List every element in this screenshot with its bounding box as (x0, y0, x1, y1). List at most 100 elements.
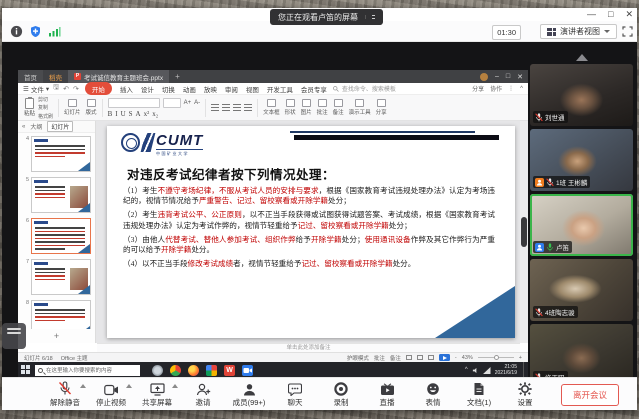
file-menu[interactable]: ☰ 文件 ▾ (23, 84, 49, 94)
paragraph-align-group[interactable] (211, 104, 252, 111)
ribbon-tab-放映[interactable]: 放映 (204, 84, 217, 94)
toolbar-停止视频[interactable]: 停止视频 (88, 381, 134, 408)
video-tile-卢笛[interactable]: 卢笛 (530, 194, 633, 256)
ribbon-剪切[interactable]: 剪切 (38, 96, 53, 103)
video-tile-刘世通[interactable]: 刘世通 (530, 64, 633, 126)
toolbar-解除静音[interactable]: 解除静音 (42, 381, 88, 408)
ribbon-tab-设计[interactable]: 设计 (141, 84, 154, 94)
toolbar-表情[interactable]: 表情 (410, 381, 456, 408)
format-I-button[interactable]: I (115, 110, 117, 118)
tray-caret-icon[interactable]: ^ (465, 367, 468, 373)
zoom-in-button[interactable]: + (519, 355, 522, 361)
start-button[interactable] (21, 365, 31, 375)
ribbon-tab-审阅[interactable]: 审阅 (225, 84, 238, 94)
annotation-float-widget[interactable] (2, 323, 26, 349)
ribbon-复制[interactable]: 复制 (38, 104, 53, 111)
wps-minimize-button[interactable]: – (495, 73, 499, 80)
wps-close-button[interactable]: ✕ (517, 73, 523, 81)
speaker-view-button[interactable]: 演讲者视图 (540, 24, 617, 39)
collapse-panel-button[interactable]: « (22, 124, 25, 130)
slideshow-play-button[interactable] (439, 354, 450, 361)
toolbar-共享屏幕[interactable]: 共享屏幕 (134, 381, 180, 408)
zoom-out-button[interactable]: - (455, 355, 457, 361)
tab-outline[interactable]: 大纲 (30, 122, 42, 131)
video-tile-1班 王彬麟[interactable]: 1班 王彬麟 (530, 129, 633, 191)
ribbon-tab-开始[interactable]: 开始 (85, 82, 112, 95)
comments-toggle[interactable]: 批注 (374, 354, 385, 362)
show-desktop-button[interactable] (523, 362, 525, 378)
fullscreen-icon[interactable] (622, 26, 633, 37)
undo-icon[interactable]: ↶ (63, 85, 69, 93)
chevron-up-icon[interactable] (126, 384, 132, 388)
firefox-icon[interactable] (188, 365, 199, 376)
format-A-button[interactable]: A (136, 110, 141, 118)
meeting-icon[interactable] (242, 365, 253, 376)
font-size-select[interactable] (163, 98, 181, 108)
taskbar-clock[interactable]: 21:05 2021/6/19 (495, 364, 517, 376)
toolbar-直播[interactable]: 直播 (364, 381, 410, 408)
font-increase-button[interactable]: A+ (184, 100, 192, 106)
sorter-view-icon[interactable] (417, 355, 423, 360)
cortana-icon[interactable] (152, 365, 163, 376)
toolbar-聊天[interactable]: 聊天 (272, 381, 318, 408)
ribbon-演示工具[interactable]: 演示工具 (349, 99, 371, 116)
share-menu[interactable]: 分享 (472, 84, 484, 93)
signal-icon[interactable] (48, 25, 61, 38)
ribbon-备注[interactable]: 备注 (333, 99, 344, 116)
format-x²-button[interactable]: x² (144, 110, 150, 118)
ribbon-tab-视图[interactable]: 视图 (246, 84, 259, 94)
toolbar-文档(1)[interactable]: 文档(1) (456, 381, 502, 408)
ribbon-tab-会员专享[interactable]: 会员专享 (301, 84, 327, 94)
ribbon-tab-动画[interactable]: 动画 (183, 84, 196, 94)
format-U-button[interactable]: U (121, 110, 126, 118)
info-icon[interactable] (10, 25, 23, 38)
normal-view-icon[interactable] (406, 355, 412, 360)
photos-icon[interactable] (206, 365, 217, 376)
shield-icon[interactable] (29, 25, 42, 38)
ribbon-tab-切换[interactable]: 切换 (162, 84, 175, 94)
slide-thumbnail-8[interactable]: 8 (22, 300, 91, 329)
paste-button[interactable]: 粘贴 (24, 98, 35, 117)
format-B-button[interactable]: B (108, 110, 113, 118)
font-name-select[interactable] (108, 98, 160, 108)
video-tile-4班陶志骏[interactable]: 4班陶志骏 (530, 259, 633, 321)
notes-toggle[interactable]: 备注 (390, 354, 401, 362)
taskbar-search[interactable]: 在这里输入你要搜索的内容 (35, 365, 140, 376)
format-S-button[interactable]: S (129, 110, 133, 118)
add-slide-button[interactable]: + (18, 331, 95, 341)
read-view-icon[interactable] (428, 355, 434, 360)
save-icon[interactable]: 🖫 (53, 83, 59, 94)
minimize-button[interactable]: — (587, 10, 596, 19)
collab-menu[interactable]: 协作 (490, 84, 502, 93)
more-icon[interactable]: ⋮ (508, 85, 514, 92)
chrome-icon[interactable] (170, 365, 181, 376)
toolbar-设置[interactable]: 设置 (502, 381, 548, 408)
wps-docer-tab[interactable]: 稻壳 (43, 70, 68, 83)
collapse-ribbon-icon[interactable]: ^ (520, 86, 523, 92)
leave-meeting-button[interactable]: 离开会议 (561, 384, 619, 406)
eye-mode-toggle[interactable]: 护眼模式 (347, 354, 369, 362)
ribbon-tab-插入[interactable]: 插入 (120, 84, 133, 94)
toolbar-邀请[interactable]: 邀请 (180, 381, 226, 408)
ribbon-分享[interactable]: 分享 (376, 99, 387, 116)
wps-home-tab[interactable]: 首页 (18, 70, 43, 83)
wps-icon[interactable]: W (224, 365, 235, 376)
collapse-strip-up-icon[interactable] (576, 54, 588, 61)
ribbon-批注[interactable]: 批注 (317, 99, 328, 116)
chevron-up-icon[interactable] (172, 384, 178, 388)
zoom-slider[interactable] (478, 357, 514, 358)
banner-menu-icon[interactable] (365, 15, 375, 19)
ribbon-形状[interactable]: 形状 (285, 99, 296, 116)
ribbon-文本框[interactable]: 文本框 (263, 99, 280, 116)
ribbon-格式刷[interactable]: 格式刷 (38, 113, 53, 120)
font-decrease-button[interactable]: A- (194, 100, 200, 106)
chevron-up-icon[interactable] (80, 384, 86, 388)
ribbon-tab-开发工具[interactable]: 开发工具 (267, 84, 293, 94)
slide-thumbnail-5[interactable]: 5 (22, 177, 91, 213)
ribbon-版式[interactable]: 版式 (86, 99, 97, 116)
close-button[interactable]: ✕ (625, 10, 633, 19)
ribbon-search[interactable]: 查找命令、搜索模板 (333, 84, 396, 93)
ribbon-图片[interactable]: 图片 (301, 99, 312, 116)
format-x₂-button[interactable]: x₂ (152, 110, 158, 118)
canvas-scrollbar[interactable] (520, 121, 528, 343)
